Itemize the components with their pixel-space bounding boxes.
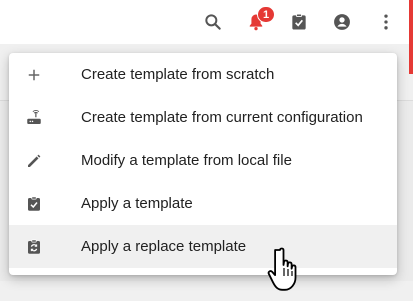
pencil-icon [25, 152, 43, 170]
menu-item-create-from-current-config[interactable]: Create template from current configurati… [9, 96, 397, 139]
more-vert-icon[interactable] [375, 11, 397, 33]
menu-item-modify-from-local-file[interactable]: Modify a template from local file [9, 139, 397, 182]
clipboard-check-icon[interactable] [288, 11, 310, 33]
menu-item-apply-replace-template[interactable]: Apply a replace template [9, 225, 397, 268]
clipboard-swap-icon [25, 238, 43, 256]
menu-item-label: Create template from current configurati… [81, 109, 363, 126]
menu-item-label: Create template from scratch [81, 66, 275, 83]
menu-item-create-from-scratch[interactable]: Create template from scratch [9, 53, 397, 96]
menu-item-label: Apply a template [81, 195, 193, 212]
menu-item-label: Modify a template from local file [81, 152, 292, 169]
router-icon [25, 109, 43, 127]
clipboard-check-icon [25, 195, 43, 213]
top-toolbar: 1 [0, 0, 413, 44]
menu-item-label: Apply a replace template [81, 238, 247, 255]
template-menu: Create template from scratch Create temp… [9, 53, 397, 275]
account-circle-icon[interactable] [331, 11, 353, 33]
search-icon[interactable] [202, 11, 224, 33]
notification-badge: 1 [257, 6, 275, 23]
hand-pointer-cursor [266, 246, 306, 294]
menu-item-apply-template[interactable]: Apply a template [9, 182, 397, 225]
plus-icon [25, 66, 43, 84]
red-edge-accent [409, 0, 413, 74]
